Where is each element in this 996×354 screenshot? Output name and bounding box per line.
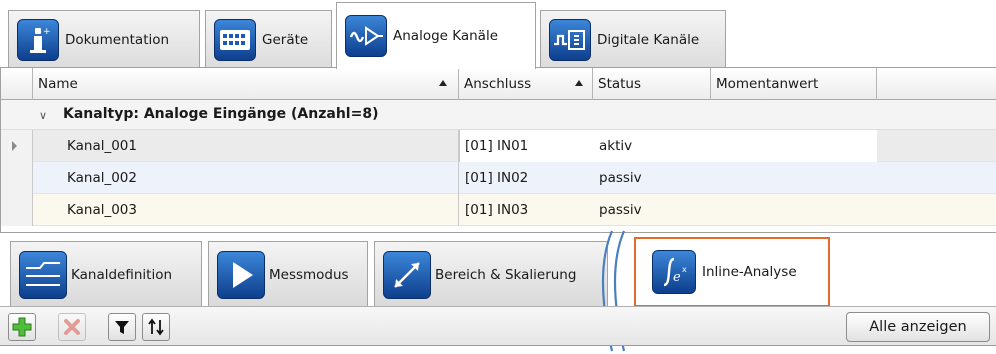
digital-channel-icon [549,18,591,61]
bottom-tab-strip: Kanaldefinition Messmodus Bereich & Skal… [0,230,996,352]
column-header-anschluss[interactable]: Anschluss [459,68,593,100]
cell-status: passiv [599,170,642,186]
group-label: Kanaltyp: Analoge Eingänge (Anzahl=8) [63,106,379,122]
table-row[interactable]: Kanal_001 [01] IN01 aktiv [1,130,996,162]
column-header-anschluss-label: Anschluss [464,76,532,92]
tab-digitale-kanaele[interactable]: Digitale Kanäle [540,10,726,68]
cell-name: Kanal_002 [67,170,137,186]
cell-status: aktiv [599,138,633,154]
sort-ascending-icon [575,80,583,86]
current-row-arrow-icon [12,141,17,151]
toolbar: Alle anzeigen [0,306,996,346]
cell-anschluss: [01] IN03 [465,202,529,218]
analog-channel-icon [345,15,387,57]
cell-anschluss: [01] IN02 [465,170,529,186]
delete-icon [64,319,80,335]
column-header-name-label: Name [38,76,78,92]
column-header-momentanwert-label: Momentanwert [716,76,819,92]
tab-messmodus-label: Messmodus [269,266,349,283]
filter-button[interactable] [108,313,136,341]
add-button[interactable] [8,313,36,341]
show-all-button[interactable]: Alle anzeigen [846,312,990,342]
table-row[interactable]: Kanal_002 [01] IN02 passiv [1,162,996,194]
channel-grid: Name Anschluss Status Momentanwert ∨ Kan… [0,68,996,232]
row-selector[interactable] [1,130,33,162]
tab-kanaldefinition[interactable]: Kanaldefinition [10,241,202,307]
tab-kanaldefinition-label: Kanaldefinition [71,266,173,283]
range-scaling-icon [383,250,431,299]
function-icon: ex [652,250,696,294]
sort-ascending-icon [439,80,447,86]
chevron-down-icon[interactable]: ∨ [39,109,47,122]
column-header-momentanwert[interactable]: Momentanwert [711,68,877,100]
delete-button[interactable] [58,313,86,341]
cell-status: passiv [599,202,642,218]
tab-messmodus[interactable]: Messmodus [208,241,368,307]
tab-inline-analyse-label: Inline-Analyse [702,264,797,280]
channel-definition-icon [19,250,67,299]
row-selector[interactable] [1,162,33,194]
tab-analoge-kanaele[interactable]: Analoge Kanäle [336,2,536,69]
grid-header: Name Anschluss Status Momentanwert [1,68,996,100]
tab-geraete-label: Geräte [262,31,309,48]
tab-analoge-kanaele-label: Analoge Kanäle [393,28,499,44]
cell-anschluss: [01] IN01 [465,138,529,154]
tab-bereich-skalierung[interactable]: Bereich & Skalierung [374,241,608,307]
plus-icon [12,317,32,337]
tab-digitale-kanaele-label: Digitale Kanäle [597,31,700,48]
tab-dokumentation-label: Dokumentation [65,31,170,48]
column-header-status-label: Status [598,76,642,92]
documentation-icon: + [17,18,59,61]
tab-dokumentation[interactable]: + Dokumentation [8,10,200,68]
top-tab-strip: + Dokumentation Geräte Analoge Kanäle Di… [0,0,996,69]
group-row[interactable]: ∨ Kanaltyp: Analoge Eingänge (Anzahl=8) [1,100,996,130]
row-selector[interactable] [1,194,33,226]
device-icon [214,18,256,61]
play-icon [217,250,265,299]
sort-icon [148,318,164,336]
filter-icon [115,321,129,334]
svg-text:e: e [673,270,681,285]
column-header-name[interactable]: Name [33,68,459,100]
column-header-status[interactable]: Status [593,68,711,100]
cell-name: Kanal_001 [67,138,137,154]
svg-text:x: x [682,265,687,274]
header-row-selector [1,68,33,100]
tab-inline-analyse[interactable]: ex Inline-Analyse [634,237,830,307]
table-row[interactable]: Kanal_003 [01] IN03 passiv [1,194,996,226]
tab-geraete[interactable]: Geräte [205,10,332,68]
tab-bereich-skalierung-label: Bereich & Skalierung [435,266,577,283]
svg-text:+: + [43,27,51,37]
sort-button[interactable] [142,313,170,341]
cell-name: Kanal_003 [67,202,137,218]
